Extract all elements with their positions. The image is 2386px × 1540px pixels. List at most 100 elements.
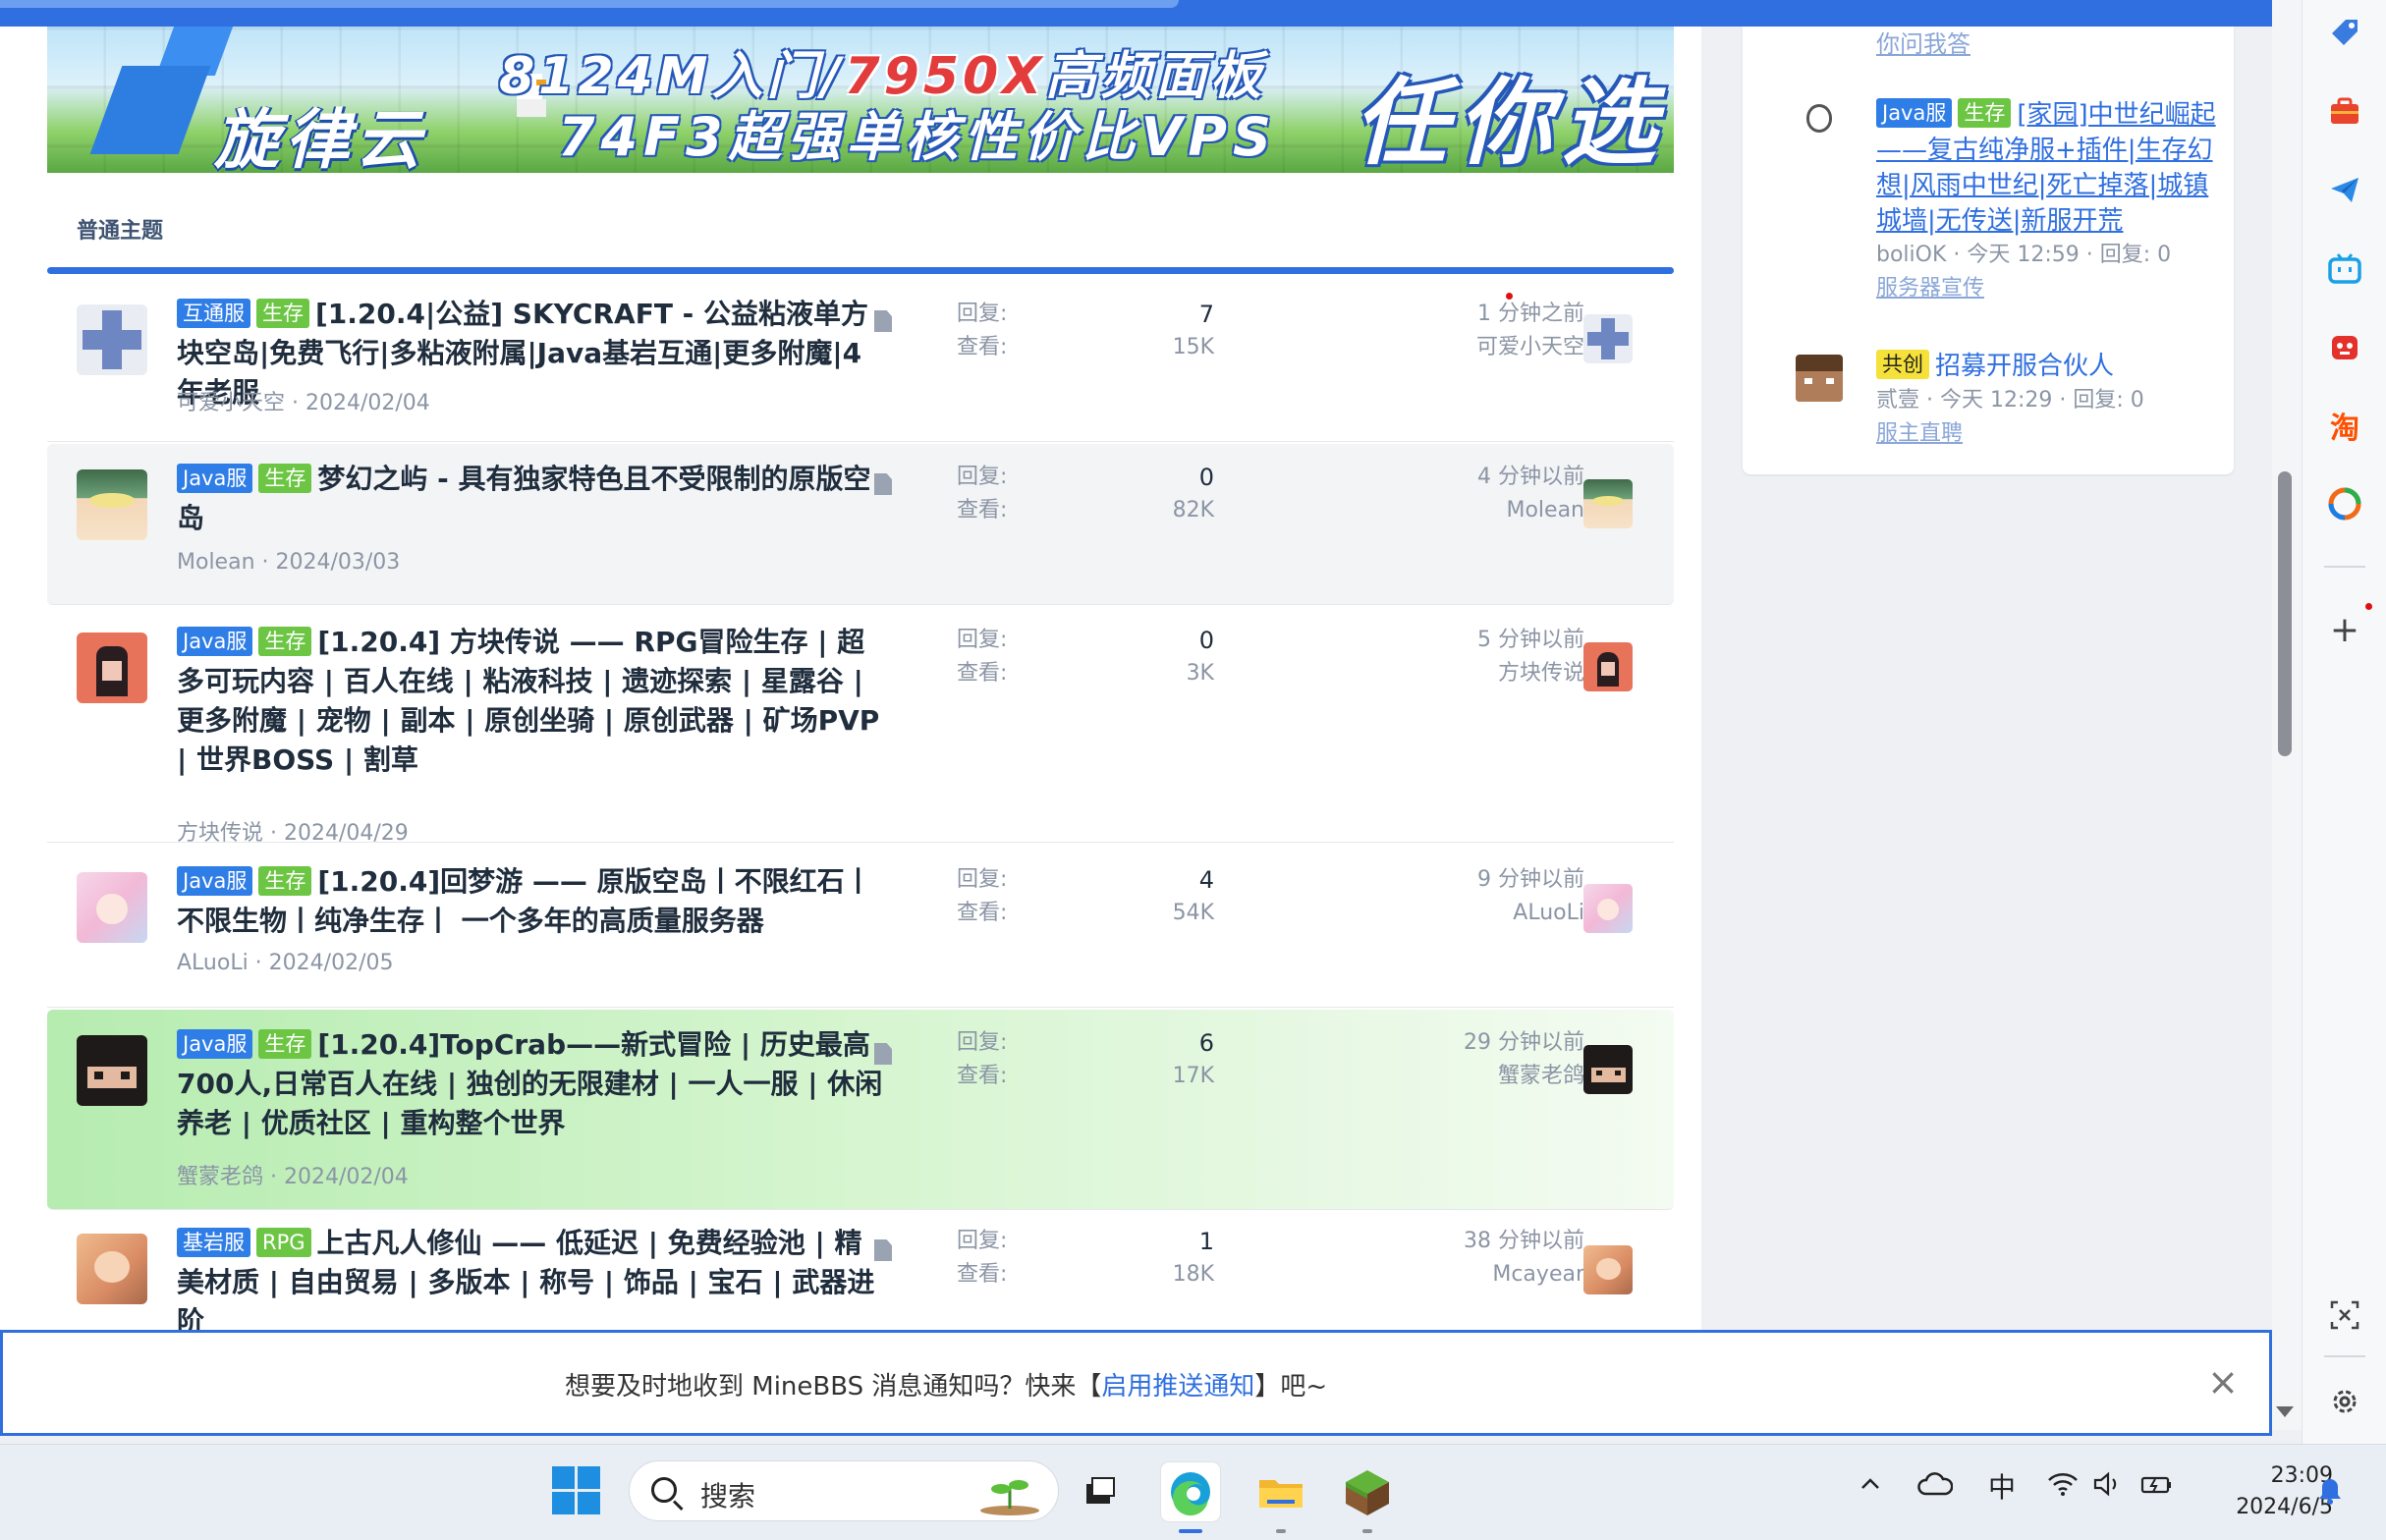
running-indicator xyxy=(1179,1529,1202,1533)
section-title: 普通主题 xyxy=(77,219,164,244)
tag-label[interactable]: 生存 xyxy=(256,299,309,328)
sidebar-thread-title[interactable]: 共创 招募开服合伙人 xyxy=(1876,349,2230,384)
wifi-icon[interactable] xyxy=(2047,1470,2079,1506)
tag-icon[interactable] xyxy=(2322,10,2367,55)
thread-title[interactable]: Java服 生存 [1.20.4]回梦游 —— 原版空岛丨不限红石丨不限生物丨纯净生… xyxy=(177,862,884,941)
last-post-user[interactable]: ALuoLi xyxy=(1344,896,1584,931)
last-poster-avatar[interactable] xyxy=(1583,314,1633,363)
screenshot-icon[interactable] xyxy=(2322,1292,2367,1338)
chevron-up-icon[interactable] xyxy=(1857,1470,1884,1506)
last-poster-avatar[interactable] xyxy=(1583,642,1633,691)
banner-line-2: 74F3超强单核性价比VPS xyxy=(558,106,1277,168)
thread-row[interactable]: 互通服 生存 [1.20.4|公益] SKYCRAFT - 公益粘液单方块空岛|免费… xyxy=(47,277,1674,442)
tag-label[interactable]: Java服 xyxy=(177,627,253,656)
settings-gear-icon[interactable] xyxy=(2322,1379,2367,1424)
jd-dog-icon[interactable] xyxy=(2322,324,2367,369)
tag-label[interactable]: 共创 xyxy=(1876,350,1929,379)
replies-label: 回复: xyxy=(957,867,1008,892)
page-scrollbar[interactable] xyxy=(2272,0,2302,1430)
last-post-time[interactable]: 38 分钟以前 xyxy=(1344,1224,1584,1259)
last-poster-avatar[interactable] xyxy=(1583,1245,1633,1294)
sidebar-thread[interactable]: Java服 生存 [家园]中世纪崛起——复古纯净服+插件|生存幻想|风雨中世纪|死亡… xyxy=(1876,97,2230,305)
last-poster-avatar[interactable] xyxy=(1583,884,1633,933)
author-avatar[interactable] xyxy=(77,1035,147,1106)
windows-start-icon[interactable] xyxy=(552,1466,601,1515)
scrollbar-thumb[interactable] xyxy=(2278,471,2292,756)
sidebar-thread[interactable]: 共创 招募开服合伙人 贰壹 · 今天 12:29 · 回复: 0 服主直聘 xyxy=(1876,349,2230,451)
last-post-time[interactable]: 29 分钟以前 xyxy=(1344,1025,1584,1061)
battery-icon[interactable] xyxy=(2139,1470,2175,1506)
browser-games-icon[interactable] xyxy=(2322,481,2367,526)
thread-title[interactable]: 基岩服 RPG 上古凡人修仙 —— 低延迟 | 免费经验池 | 精美材质 | 自由贸… xyxy=(177,1224,884,1333)
minecraft-icon[interactable] xyxy=(1338,1462,1397,1521)
author-avatar[interactable] xyxy=(1796,99,1843,146)
tag-label[interactable]: 生存 xyxy=(1958,98,2012,128)
last-post-time[interactable]: 9 分钟以前 xyxy=(1344,862,1584,898)
last-post-user[interactable]: Molean xyxy=(1344,493,1584,528)
thread-meta: 蟹蒙老鸽 · 2024/02/04 xyxy=(177,1165,409,1189)
category-link[interactable]: 服主直聘 xyxy=(1876,417,2230,451)
author-avatar[interactable] xyxy=(77,632,147,703)
author-avatar[interactable] xyxy=(1796,355,1843,402)
author-avatar[interactable] xyxy=(77,872,147,943)
system-clock[interactable]: 23:09 2024/6/5 xyxy=(2195,1460,2333,1523)
edge-browser-icon[interactable] xyxy=(1161,1462,1220,1521)
thread-row[interactable]: 基岩服 RPG 上古凡人修仙 —— 低延迟 | 免费经验池 | 精美材质 | 自由贸… xyxy=(47,1212,1674,1333)
thread-row[interactable]: Java服 生存 梦幻之屿 - 具有独家特色且不受限制的原版空岛 Molean · … xyxy=(47,444,1674,605)
bilibili-icon[interactable] xyxy=(2322,246,2367,291)
tag-label[interactable]: 生存 xyxy=(258,627,312,656)
ime-indicator[interactable]: 中 xyxy=(1988,1466,2016,1506)
notification-bell-icon[interactable] xyxy=(2316,1476,2344,1506)
tag-label[interactable]: Java服 xyxy=(177,866,253,896)
thread-title[interactable]: Java服 生存 [1.20.4]TopCrab——新式冒险 | 历史最高700人,… xyxy=(177,1025,884,1143)
file-explorer-icon[interactable] xyxy=(1251,1462,1310,1521)
thread-title[interactable]: Java服 生存 梦幻之屿 - 具有独家特色且不受限制的原版空岛 xyxy=(177,460,884,538)
clock-date: 2024/6/5 xyxy=(2236,1495,2333,1519)
cloud-icon[interactable] xyxy=(1917,1470,1954,1506)
tag-label[interactable]: 生存 xyxy=(258,464,312,493)
last-poster-avatar[interactable] xyxy=(1583,479,1633,528)
taskbar-search-box[interactable]: 搜索 xyxy=(629,1460,1059,1521)
enable-push-link[interactable]: 启用推送通知 xyxy=(1101,1372,1254,1402)
tag-label[interactable]: Java服 xyxy=(1876,98,1953,128)
category-link[interactable]: 你问我答 xyxy=(1876,25,1970,59)
last-post-time[interactable]: 4 分钟以前 xyxy=(1344,460,1584,495)
sidebar-thread-meta: boliOK · 今天 12:59 · 回复: 0 xyxy=(1876,243,2172,267)
author-avatar[interactable] xyxy=(77,304,147,375)
task-view-icon[interactable] xyxy=(1071,1462,1130,1521)
view-count: 17K xyxy=(1069,1059,1214,1094)
taobao-icon[interactable]: 淘 xyxy=(2322,403,2367,448)
tag-label[interactable]: 生存 xyxy=(258,866,312,896)
author-avatar[interactable] xyxy=(77,1234,147,1304)
last-post-time[interactable]: 5 分钟以前 xyxy=(1344,623,1584,658)
reply-count-value: 6 xyxy=(1198,1029,1214,1057)
tag-label[interactable]: 基岩服 xyxy=(177,1228,250,1257)
tag-label[interactable]: RPG xyxy=(256,1228,311,1257)
close-icon[interactable]: × xyxy=(2201,1360,2245,1403)
last-post-user[interactable]: 可爱小天空 xyxy=(1344,330,1584,365)
last-post-time[interactable]: 1 分钟之前 xyxy=(1344,297,1584,332)
add-icon[interactable]: + xyxy=(2322,607,2367,652)
tag-label[interactable]: Java服 xyxy=(177,1029,253,1059)
tag-label[interactable]: 互通服 xyxy=(177,299,250,328)
author-avatar[interactable] xyxy=(77,469,147,540)
send-icon[interactable] xyxy=(2322,167,2367,212)
thread-row[interactable]: Java服 生存 [1.20.4] 方块传说 —— RPG冒险生存 | 超多可玩内容… xyxy=(47,607,1674,846)
thread-row-highlighted[interactable]: Java服 生存 [1.20.4]TopCrab——新式冒险 | 历史最高700人,… xyxy=(47,1010,1674,1210)
toolbox-icon[interactable] xyxy=(2322,88,2367,134)
last-post-user[interactable]: 方块传说 xyxy=(1344,656,1584,691)
thread-title[interactable]: Java服 生存 [1.20.4] 方块传说 —— RPG冒险生存 | 超多可玩内容… xyxy=(177,623,884,780)
category-link[interactable]: 服务器宣传 xyxy=(1876,272,2230,305)
scroll-down-arrow-icon[interactable] xyxy=(2276,1406,2294,1417)
thread-row[interactable]: Java服 生存 [1.20.4]回梦游 —— 原版空岛丨不限红石丨不限生物丨纯净生… xyxy=(47,845,1674,1008)
sidebar-thread-title-text[interactable]: 招募开服合伙人 xyxy=(1935,352,2114,381)
tag-label[interactable]: 生存 xyxy=(258,1029,312,1059)
volume-icon[interactable] xyxy=(2092,1470,2124,1506)
last-post-user[interactable]: 蟹蒙老鸽 xyxy=(1344,1059,1584,1094)
tag-label[interactable]: Java服 xyxy=(177,464,253,493)
sidebar-thread-title[interactable]: Java服 生存 [家园]中世纪崛起——复古纯净服+插件|生存幻想|风雨中世纪|死亡… xyxy=(1876,97,2230,239)
last-poster-avatar[interactable] xyxy=(1583,1045,1633,1094)
ad-banner[interactable]: 旋律云 8124M入门/7950X高频面板 74F3超强单核性价比VPS 任你选… xyxy=(47,27,1674,173)
replies-label: 回复: xyxy=(957,465,1008,489)
last-post-user[interactable]: Mcayear xyxy=(1344,1257,1584,1292)
